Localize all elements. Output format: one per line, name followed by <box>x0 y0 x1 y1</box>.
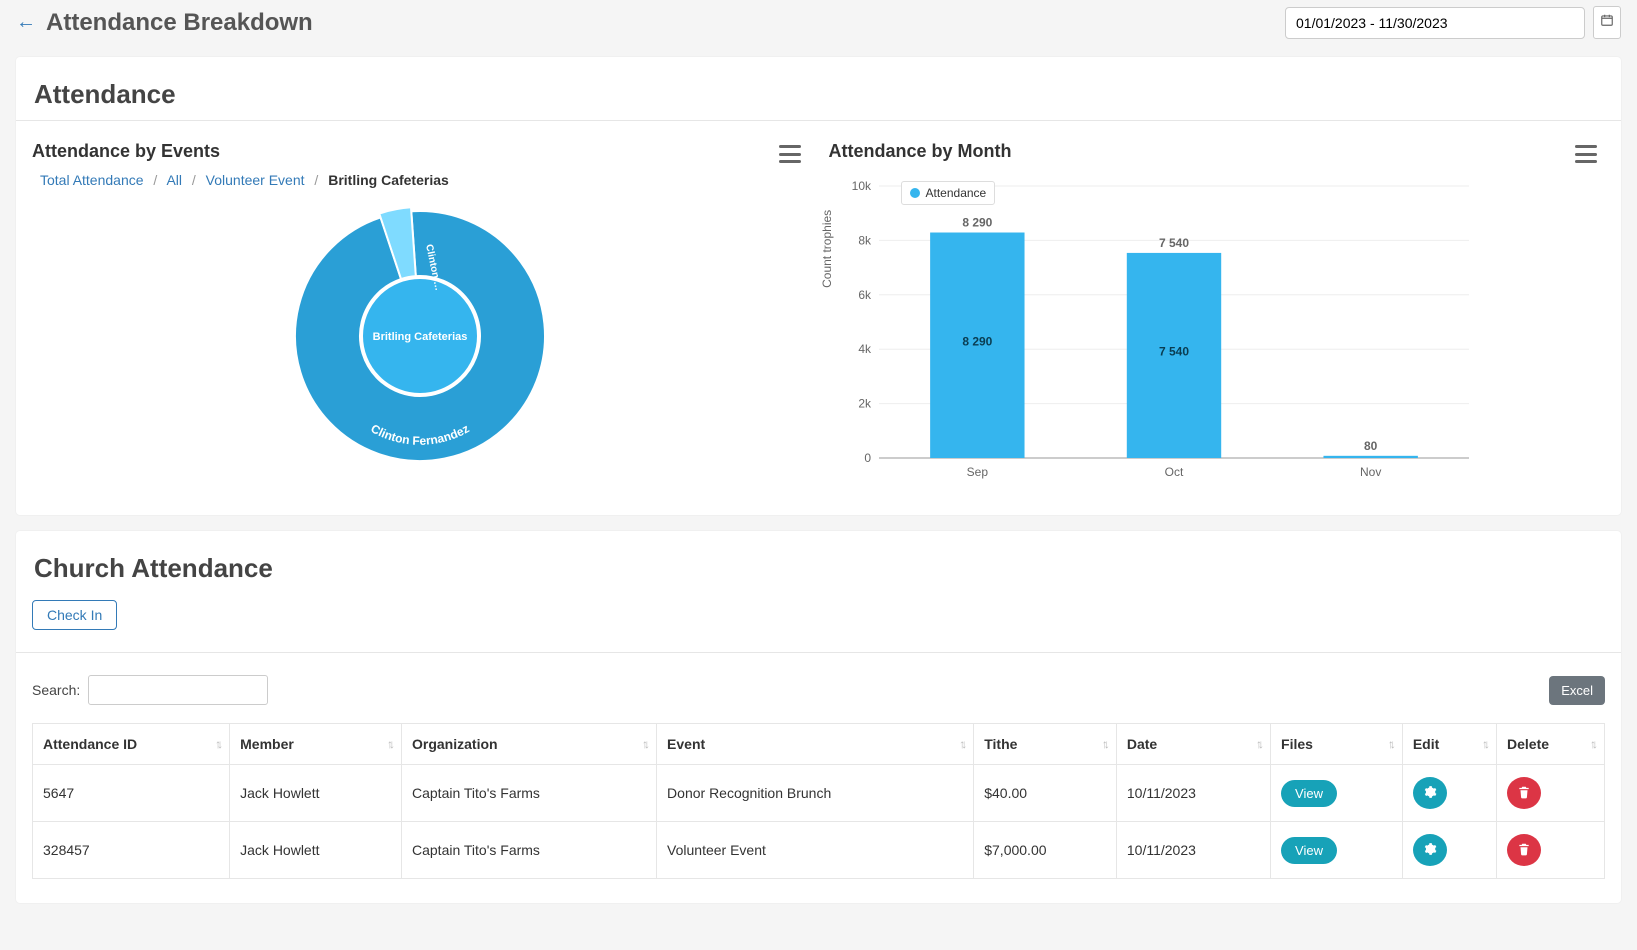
gear-icon <box>1423 785 1437 802</box>
svg-text:8 290: 8 290 <box>962 216 992 230</box>
table-header[interactable]: Edit↑↓ <box>1402 724 1496 765</box>
sort-icon[interactable]: ↑↓ <box>1102 737 1106 751</box>
bar-chart[interactable]: 0 2k 4k 6k 8k 10k 8 290 8 290 Sep 7 540 7 540 Oct 80… <box>829 168 1489 488</box>
sort-icon[interactable]: ↑↓ <box>1590 737 1594 751</box>
table-header[interactable]: Tithe↑↓ <box>974 724 1117 765</box>
divider <box>16 652 1621 653</box>
sort-icon[interactable]: ↑↓ <box>959 737 963 751</box>
breadcrumb-link[interactable]: All <box>166 172 182 188</box>
attendance-table: Attendance ID↑↓Member↑↓Organization↑↓Eve… <box>32 723 1605 879</box>
edit-button[interactable] <box>1413 777 1447 809</box>
svg-text:6k: 6k <box>858 288 872 302</box>
chart-menu-icon[interactable] <box>1575 145 1597 163</box>
svg-text:Sep: Sep <box>966 465 988 479</box>
search-input[interactable] <box>88 675 268 705</box>
breadcrumb-current: Britling Cafeterias <box>328 172 449 188</box>
svg-text:4k: 4k <box>858 342 872 356</box>
svg-text:10k: 10k <box>851 179 871 193</box>
trash-icon <box>1517 842 1531 859</box>
table-header[interactable]: Files↑↓ <box>1271 724 1403 765</box>
table-cell: Donor Recognition Brunch <box>657 765 974 822</box>
back-arrow-icon[interactable]: ← <box>16 11 36 34</box>
table-cell: $7,000.00 <box>974 822 1117 879</box>
table-cell: 10/11/2023 <box>1116 765 1270 822</box>
svg-text:0: 0 <box>864 451 871 465</box>
svg-text:2k: 2k <box>858 397 872 411</box>
svg-text:8k: 8k <box>858 233 872 247</box>
sort-icon[interactable]: ↑↓ <box>215 737 219 751</box>
date-range-input[interactable] <box>1285 7 1585 39</box>
table-cell: Captain Tito's Farms <box>402 822 657 879</box>
table-cell: 5647 <box>33 765 230 822</box>
table-cell: Volunteer Event <box>657 822 974 879</box>
excel-export-button[interactable]: Excel <box>1549 676 1605 705</box>
svg-text:Nov: Nov <box>1359 465 1380 479</box>
search-label: Search: <box>32 682 80 698</box>
breadcrumb-link[interactable]: Total Attendance <box>40 172 144 188</box>
table-header[interactable]: Date↑↓ <box>1116 724 1270 765</box>
svg-text:Britling Cafeterias: Britling Cafeterias <box>373 331 468 343</box>
table-header[interactable]: Member↑↓ <box>230 724 402 765</box>
attendance-by-events-card: Attendance by Events Total Attendance / … <box>32 141 809 466</box>
table-cell: 10/11/2023 <box>1116 822 1270 879</box>
attendance-by-month-card: Attendance by Month Attendance Count tro… <box>829 141 1606 491</box>
gear-icon <box>1423 842 1437 859</box>
check-in-button[interactable]: Check In <box>32 600 117 630</box>
breadcrumb-link[interactable]: Volunteer Event <box>206 172 305 188</box>
view-button[interactable]: View <box>1281 837 1337 864</box>
sort-icon[interactable]: ↑↓ <box>1388 737 1392 751</box>
legend-dot-icon <box>910 188 920 198</box>
sunburst-chart[interactable]: Britling CafeteriasClinton FernandezClin… <box>260 206 580 466</box>
table-header[interactable]: Delete↑↓ <box>1497 724 1605 765</box>
sort-icon[interactable]: ↑↓ <box>1482 737 1486 751</box>
attendance-section-title: Attendance <box>34 79 1605 110</box>
delete-button[interactable] <box>1507 834 1541 866</box>
svg-text:7 540: 7 540 <box>1158 344 1188 358</box>
breadcrumb: Total Attendance / All / Volunteer Event… <box>40 172 809 188</box>
table-row: 328457Jack HowlettCaptain Tito's FarmsVo… <box>33 822 1605 879</box>
page-title: Attendance Breakdown <box>46 9 313 37</box>
edit-button[interactable] <box>1413 834 1447 866</box>
table-cell: $40.00 <box>974 765 1117 822</box>
trash-icon <box>1517 785 1531 802</box>
chart-menu-icon[interactable] <box>779 145 801 163</box>
y-axis-title: Count trophies <box>820 210 834 288</box>
church-attendance-title: Church Attendance <box>34 553 1605 584</box>
divider <box>16 120 1621 121</box>
table-cell: Jack Howlett <box>230 822 402 879</box>
sort-icon[interactable]: ↑↓ <box>387 737 391 751</box>
svg-text:Oct: Oct <box>1164 465 1183 479</box>
svg-text:80: 80 <box>1363 439 1377 453</box>
table-header[interactable]: Organization↑↓ <box>402 724 657 765</box>
sort-icon[interactable]: ↑↓ <box>642 737 646 751</box>
calendar-icon[interactable] <box>1593 6 1621 39</box>
table-cell: Captain Tito's Farms <box>402 765 657 822</box>
view-button[interactable]: View <box>1281 780 1337 807</box>
bar-legend[interactable]: Attendance <box>901 181 996 205</box>
table-header[interactable]: Attendance ID↑↓ <box>33 724 230 765</box>
delete-button[interactable] <box>1507 777 1541 809</box>
legend-label: Attendance <box>926 186 987 200</box>
attendance-by-events-title: Attendance by Events <box>32 141 809 162</box>
sort-icon[interactable]: ↑↓ <box>1256 737 1260 751</box>
table-row: 5647Jack HowlettCaptain Tito's FarmsDono… <box>33 765 1605 822</box>
attendance-by-month-title: Attendance by Month <box>829 141 1606 162</box>
table-header[interactable]: Event↑↓ <box>657 724 974 765</box>
svg-text:8 290: 8 290 <box>962 334 992 348</box>
table-cell: 328457 <box>33 822 230 879</box>
table-cell: Jack Howlett <box>230 765 402 822</box>
svg-text:7 540: 7 540 <box>1158 236 1188 250</box>
